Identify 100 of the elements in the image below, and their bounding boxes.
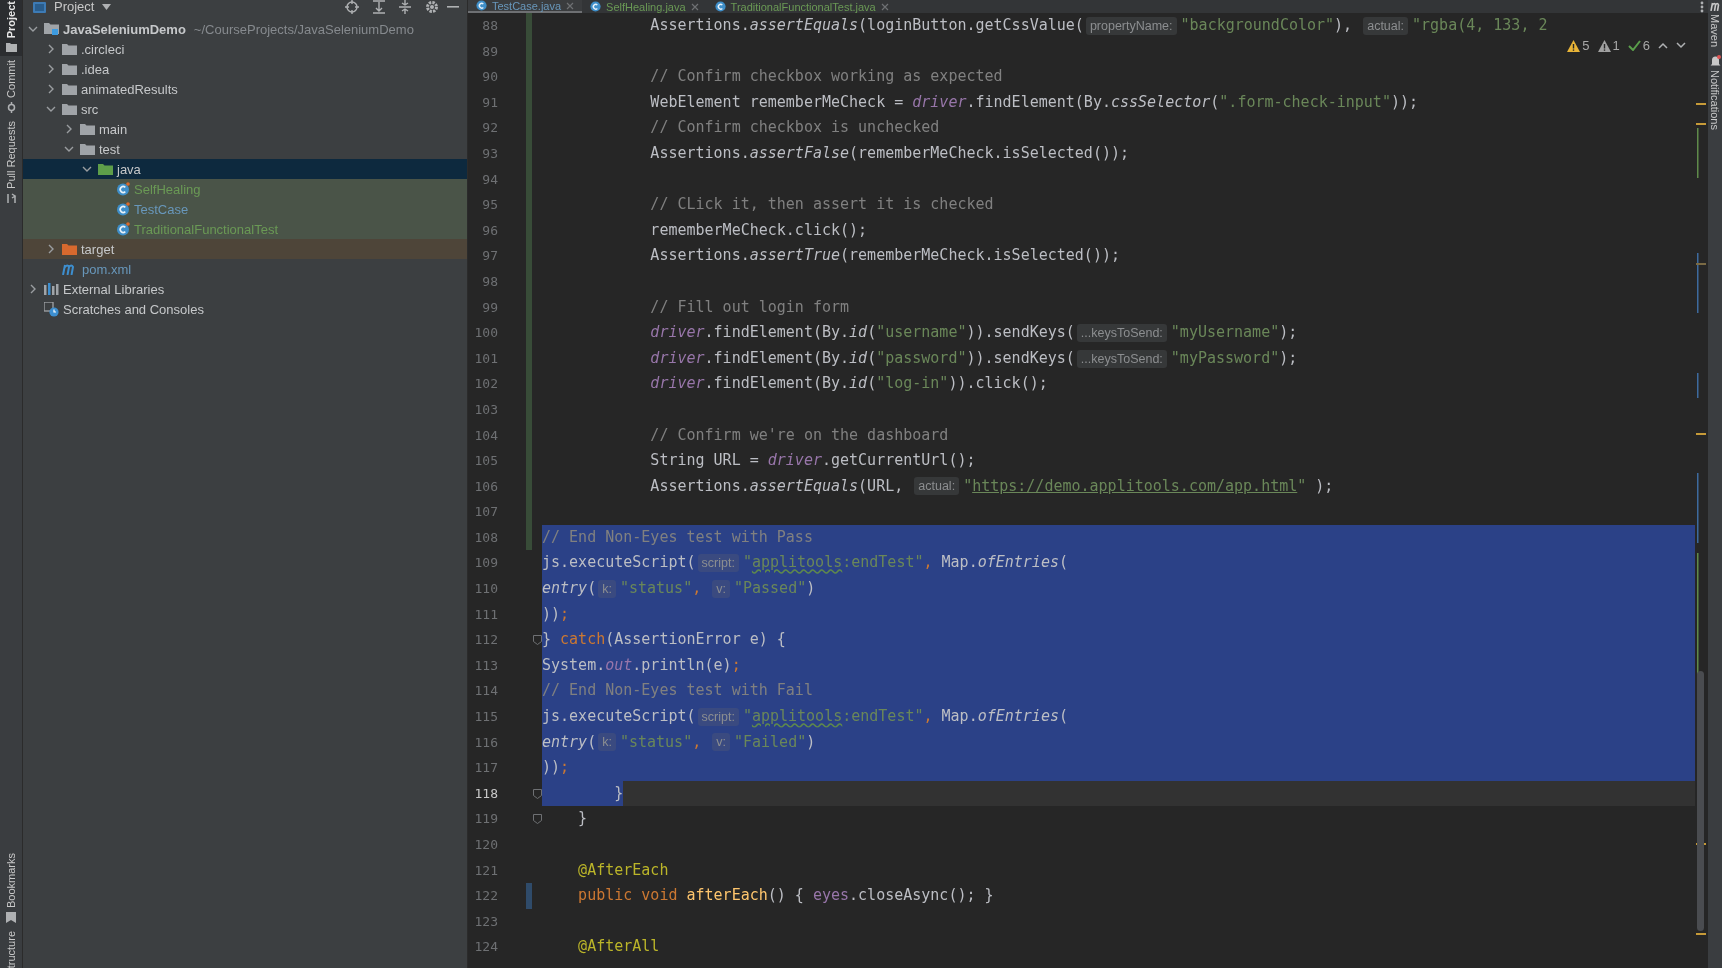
line-number: 88 (481, 17, 498, 35)
tree-item[interactable]: Scratches and Consoles (23, 299, 467, 319)
change-marker[interactable] (526, 13, 532, 39)
line-number: 117 (473, 759, 498, 778)
class-icon (116, 182, 130, 196)
line-number: 98 (481, 272, 498, 291)
code-line: Assertions.assertTrue(rememberMeCheck.isSelected()); (649, 245, 1120, 267)
chevron-right-icon[interactable] (48, 44, 54, 54)
tool-window-button[interactable]: Pull Requests (0, 117, 22, 209)
folder-icon (62, 103, 77, 115)
change-marker[interactable] (526, 883, 532, 909)
line-number: 94 (481, 170, 498, 189)
tree-item[interactable]: pom.xml (23, 259, 467, 279)
tree-item[interactable]: test (23, 139, 467, 159)
tool-window-button[interactable]: Bookmarks (0, 848, 22, 927)
expand-all-icon[interactable] (373, 0, 385, 14)
chevron-down-icon[interactable] (28, 26, 38, 32)
minimize-icon[interactable] (447, 5, 459, 9)
code-line: public void afterEach() { eyes.closeAsync(); } (577, 885, 994, 907)
line-number: 92 (481, 119, 498, 138)
chevron-up-icon[interactable] (1658, 42, 1668, 49)
tree-item[interactable]: java (23, 159, 467, 179)
editor-tab[interactable]: TraditionalFunctionalTest.java (706, 0, 897, 13)
dropdown-caret-icon[interactable] (102, 4, 112, 10)
scrollbar-thumb[interactable] (1697, 671, 1704, 931)
editor-tab[interactable]: TestCase.java (468, 0, 583, 13)
class-icon (116, 202, 130, 216)
editor-tab[interactable]: SelfHealing.java (582, 0, 707, 13)
fold-icon[interactable] (532, 814, 542, 825)
line-number: 113 (473, 656, 498, 675)
line-number: 124 (473, 938, 498, 957)
settings-icon[interactable] (425, 0, 439, 14)
inspection-count[interactable]: 5 (1567, 38, 1590, 53)
chevron-right-icon[interactable] (48, 244, 54, 254)
code-line: @AfterEach (577, 859, 669, 881)
close-icon[interactable] (880, 2, 889, 11)
line-number: 109 (473, 554, 498, 573)
inspection-count[interactable]: 1 (1597, 38, 1620, 53)
line-number: 107 (473, 503, 498, 522)
folder-icon (98, 163, 113, 175)
code-line: // Fill out login form (649, 296, 850, 318)
locate-icon[interactable] (345, 0, 359, 14)
tree-item[interactable]: JavaSeleniumDemo ~/CourseProjects/JavaSeleniumDemo (23, 19, 467, 39)
project-path: ~/CourseProjects/JavaSeleniumDemo (193, 21, 414, 37)
line-number: 116 (473, 733, 498, 752)
tree-item[interactable]: src (23, 99, 467, 119)
chevron-right-icon[interactable] (66, 124, 72, 134)
tree-item[interactable]: animatedResults (23, 79, 467, 99)
code-line: WebElement rememberMeCheck = driver.findElement(By.cssSelector(".form-check-input")); (649, 91, 1418, 113)
line-number: 110 (473, 580, 498, 599)
panel-title[interactable]: Project (54, 0, 95, 14)
code-line: String URL = driver.getCurrentUrl(); (649, 450, 976, 472)
tool-window-button[interactable]: Project (0, 0, 22, 57)
folder-icon (80, 123, 95, 135)
inspection-count[interactable]: 6 (1627, 38, 1650, 53)
tree-item[interactable]: .circleci (23, 39, 467, 59)
fold-icon[interactable] (532, 788, 542, 799)
line-number: 123 (473, 912, 498, 931)
tool-window-button[interactable]: Notifications (1708, 53, 1722, 136)
item-label: .circleci (81, 41, 125, 57)
line-number: 114 (473, 682, 498, 701)
chevron-down-icon[interactable] (82, 166, 92, 172)
tool-window-button[interactable]: Maven (1708, 0, 1722, 54)
tool-window-button[interactable]: tructure (0, 926, 22, 968)
code-line: driver.findElement(By.id("password")).sendKeys( ...keysToSend: "myPassword"); (649, 347, 1298, 370)
tree-item[interactable]: .idea (23, 59, 467, 79)
code-line: rememberMeCheck.click(); (649, 219, 868, 241)
folder-icon (62, 43, 77, 55)
code-line: Assertions.assertFalse(rememberMeCheck.isSelected()); (649, 142, 1130, 164)
folder-icon (80, 143, 95, 155)
code-line: // CLick it, then assert it is checked (649, 194, 994, 216)
line-number: 108 (473, 528, 498, 547)
chevron-right-icon[interactable] (48, 64, 54, 74)
close-icon[interactable] (566, 1, 575, 10)
item-label: JavaSeleniumDemo (63, 21, 186, 37)
chevron-down-icon[interactable] (64, 146, 74, 152)
code-line: entry( k: "status", v: "Passed") (542, 578, 816, 600)
tree-item[interactable]: External Libraries (23, 279, 467, 299)
chevron-down-icon[interactable] (46, 106, 56, 112)
code-line: Assertions.assertEquals(loginButton.getCssValue( propertyName: "backgroundColor"), actual: "rgba(4, 133, 2 (649, 15, 1548, 37)
tool-window-button[interactable]: Commit (0, 56, 22, 118)
more-icon[interactable] (1700, 0, 1704, 13)
item-label: External Libraries (63, 281, 165, 297)
tree-item[interactable]: target (23, 239, 467, 259)
chevron-right-icon[interactable] (30, 284, 36, 294)
collapse-all-icon[interactable] (399, 0, 411, 14)
class-icon (476, 0, 487, 11)
change-marker[interactable] (526, 524, 532, 551)
close-icon[interactable] (690, 2, 699, 11)
tree-item[interactable]: main (23, 119, 467, 139)
code-line: driver.findElement(By.id("username")).sendKeys( ...keysToSend: "myUsername"); (649, 322, 1298, 344)
item-label: test (99, 141, 120, 157)
item-label: TraditionalFunctionalTest (134, 221, 279, 237)
line-number: 99 (481, 298, 498, 317)
class-icon (714, 1, 726, 12)
fold-icon[interactable] (532, 635, 542, 646)
class-icon (116, 222, 130, 236)
chevron-down-icon[interactable] (1676, 42, 1686, 49)
library-icon (44, 283, 59, 295)
chevron-right-icon[interactable] (48, 84, 54, 94)
